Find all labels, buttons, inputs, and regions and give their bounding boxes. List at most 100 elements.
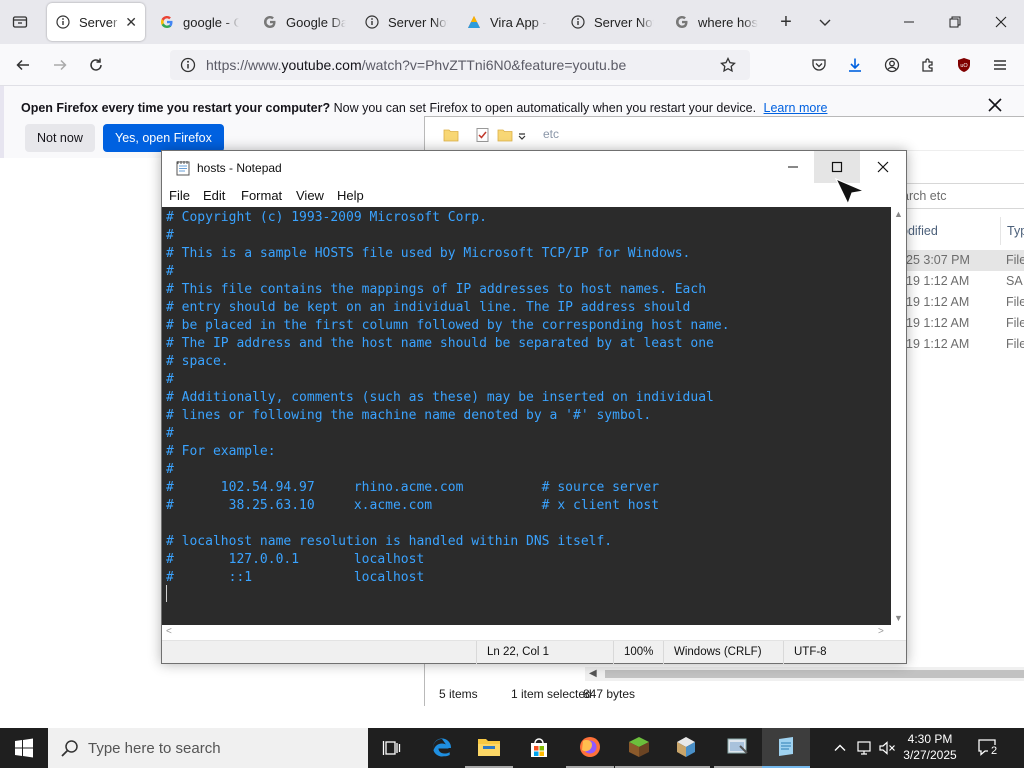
windows-logo-icon <box>15 738 33 758</box>
scroll-up-icon[interactable]: ▲ <box>894 209 903 219</box>
star-icon <box>720 57 736 73</box>
new-tab-button[interactable]: + <box>771 8 801 36</box>
taskbar-store[interactable] <box>515 728 563 768</box>
restore-button[interactable] <box>932 0 978 44</box>
tab-label: where host <box>698 14 758 30</box>
file-date: 19 1:12 AM <box>906 316 970 330</box>
properties-icon[interactable] <box>475 127 491 143</box>
scroll-left-icon[interactable]: ◀ <box>589 668 597 679</box>
notepad-title-bar[interactable]: hosts - Notepad <box>162 151 906 183</box>
explorer-title-bar: etc <box>425 117 1024 151</box>
show-hidden-icons-button[interactable] <box>830 738 850 758</box>
menu-file[interactable]: File <box>169 188 190 203</box>
bookmark-star-button[interactable] <box>713 50 743 80</box>
open-firefox-button[interactable]: Yes, open Firefox <box>103 124 224 152</box>
extensions-button[interactable] <box>913 50 943 80</box>
scroll-right-icon[interactable]: > <box>878 626 884 637</box>
taskbar-firefox[interactable] <box>566 728 614 768</box>
ublock-shield-icon: uO <box>958 58 970 72</box>
taskbar-search-box[interactable]: Type here to search <box>48 728 368 768</box>
taskbar-minecraft[interactable] <box>615 728 663 768</box>
hosts-text-editor[interactable]: # Copyright (c) 1993-2009 Microsoft Corp… <box>162 207 891 625</box>
file-row[interactable]: 19 1:12 AM File <box>895 334 1024 355</box>
menu-format[interactable]: Format <box>241 188 282 203</box>
tab-5[interactable]: Server Not <box>562 3 662 41</box>
close-notification-button[interactable] <box>988 98 1008 118</box>
tab-label: Google Data <box>286 14 346 30</box>
back-button[interactable] <box>8 50 38 80</box>
plus-icon: + <box>780 10 792 33</box>
vira-icon <box>466 14 482 30</box>
menu-help[interactable]: Help <box>337 188 364 203</box>
explorer-search-box[interactable]: arch etc <box>895 183 1024 209</box>
taskbar-3d-app[interactable] <box>662 728 710 768</box>
account-button[interactable] <box>877 50 907 80</box>
taskbar-notepad[interactable] <box>762 728 810 768</box>
notification-title: Open Firefox every time you restart your… <box>21 101 331 115</box>
pocket-button[interactable] <box>804 50 834 80</box>
tab-3[interactable]: Server Not <box>356 3 456 41</box>
file-type: File <box>1006 316 1024 330</box>
minimize-button[interactable] <box>886 0 932 44</box>
menu-button[interactable] <box>985 50 1015 80</box>
explorer-horizontal-scrollbar[interactable]: ◀ <box>585 667 1024 681</box>
close-button[interactable] <box>860 151 906 183</box>
google-icon <box>674 14 690 30</box>
close-window-button[interactable] <box>978 0 1024 44</box>
notepad-icon <box>779 737 793 756</box>
hosts-file-content[interactable]: # Copyright (c) 1993-2009 Microsoft Corp… <box>166 209 730 587</box>
taskbar-edge[interactable] <box>418 728 466 768</box>
file-row[interactable]: 25 3:07 PM File <box>895 250 1024 271</box>
menu-edit[interactable]: Edit <box>203 188 225 203</box>
site-info-icon[interactable] <box>180 57 196 76</box>
file-row[interactable]: 19 1:12 AM SA <box>895 271 1024 292</box>
tab-2[interactable]: Google Data <box>254 3 354 41</box>
minimize-button[interactable] <box>770 151 816 183</box>
vertical-scrollbar[interactable]: ▲ ▼ <box>891 207 906 625</box>
notification-message: Open Firefox every time you restart your… <box>21 101 827 115</box>
forward-button[interactable] <box>45 50 75 80</box>
tab-4[interactable]: Vira App - <box>458 3 558 41</box>
system-clock[interactable]: 4:30 PM 3/27/2025 <box>898 731 962 763</box>
desktop-screen: { "browser": { "tabs": [ {"label": "Serv… <box>0 0 1024 768</box>
scroll-down-icon[interactable]: ▼ <box>894 613 903 623</box>
file-date: 19 1:12 AM <box>906 274 970 288</box>
not-now-button[interactable]: Not now <box>25 124 95 152</box>
network-button[interactable] <box>855 738 875 758</box>
address-bar[interactable]: https://www.youtube.com/watch?v=PhvZTTni… <box>170 50 750 80</box>
menu-view[interactable]: View <box>296 188 324 203</box>
notepad-menu-bar: File Edit Format View Help <box>162 183 906 207</box>
url-text[interactable]: https://www.youtube.com/watch?v=PhvZTTni… <box>206 57 626 73</box>
tab-6[interactable]: where host <box>666 3 766 41</box>
file-row[interactable]: 19 1:12 AM File <box>895 292 1024 313</box>
scroll-left-icon[interactable]: < <box>166 626 172 637</box>
close-tab-icon[interactable]: ✕ <box>121 14 137 31</box>
downloads-button[interactable] <box>840 50 870 80</box>
customize-quick-access-icon[interactable] <box>517 127 527 143</box>
tab-label: Server Not <box>388 14 448 30</box>
ublock-button[interactable]: uO <box>949 50 979 80</box>
notepad-window: hosts - Notepad File Edit Format View He… <box>161 150 907 664</box>
taskbar-file-explorer[interactable] <box>465 728 513 768</box>
tab-1[interactable]: google - Go <box>151 3 247 41</box>
list-all-tabs-button[interactable] <box>5 8 35 36</box>
action-center-button[interactable]: 2 <box>976 736 1000 760</box>
column-type[interactable]: Typ <box>1000 217 1024 245</box>
text-caret <box>166 585 167 602</box>
file-row[interactable]: 19 1:12 AM File <box>895 313 1024 334</box>
start-button[interactable] <box>0 728 48 768</box>
horizontal-scrollbar[interactable]: < > <box>162 625 906 640</box>
explorer-column-headers: odified Typ <box>895 217 1024 245</box>
scrollbar-thumb[interactable] <box>605 670 1024 678</box>
taskbar-control-panel[interactable] <box>714 728 762 768</box>
close-icon <box>995 16 1007 28</box>
new-folder-icon[interactable] <box>497 127 513 143</box>
tab-0[interactable]: Server Not ✕ <box>47 3 145 41</box>
tab-list-button[interactable] <box>810 8 840 36</box>
volume-button[interactable] <box>877 738 897 758</box>
task-view-button[interactable] <box>368 728 416 768</box>
close-icon <box>988 98 1002 112</box>
file-type: File <box>1006 253 1024 267</box>
learn-more-link[interactable]: Learn more <box>764 101 828 115</box>
reload-button[interactable] <box>81 50 111 80</box>
